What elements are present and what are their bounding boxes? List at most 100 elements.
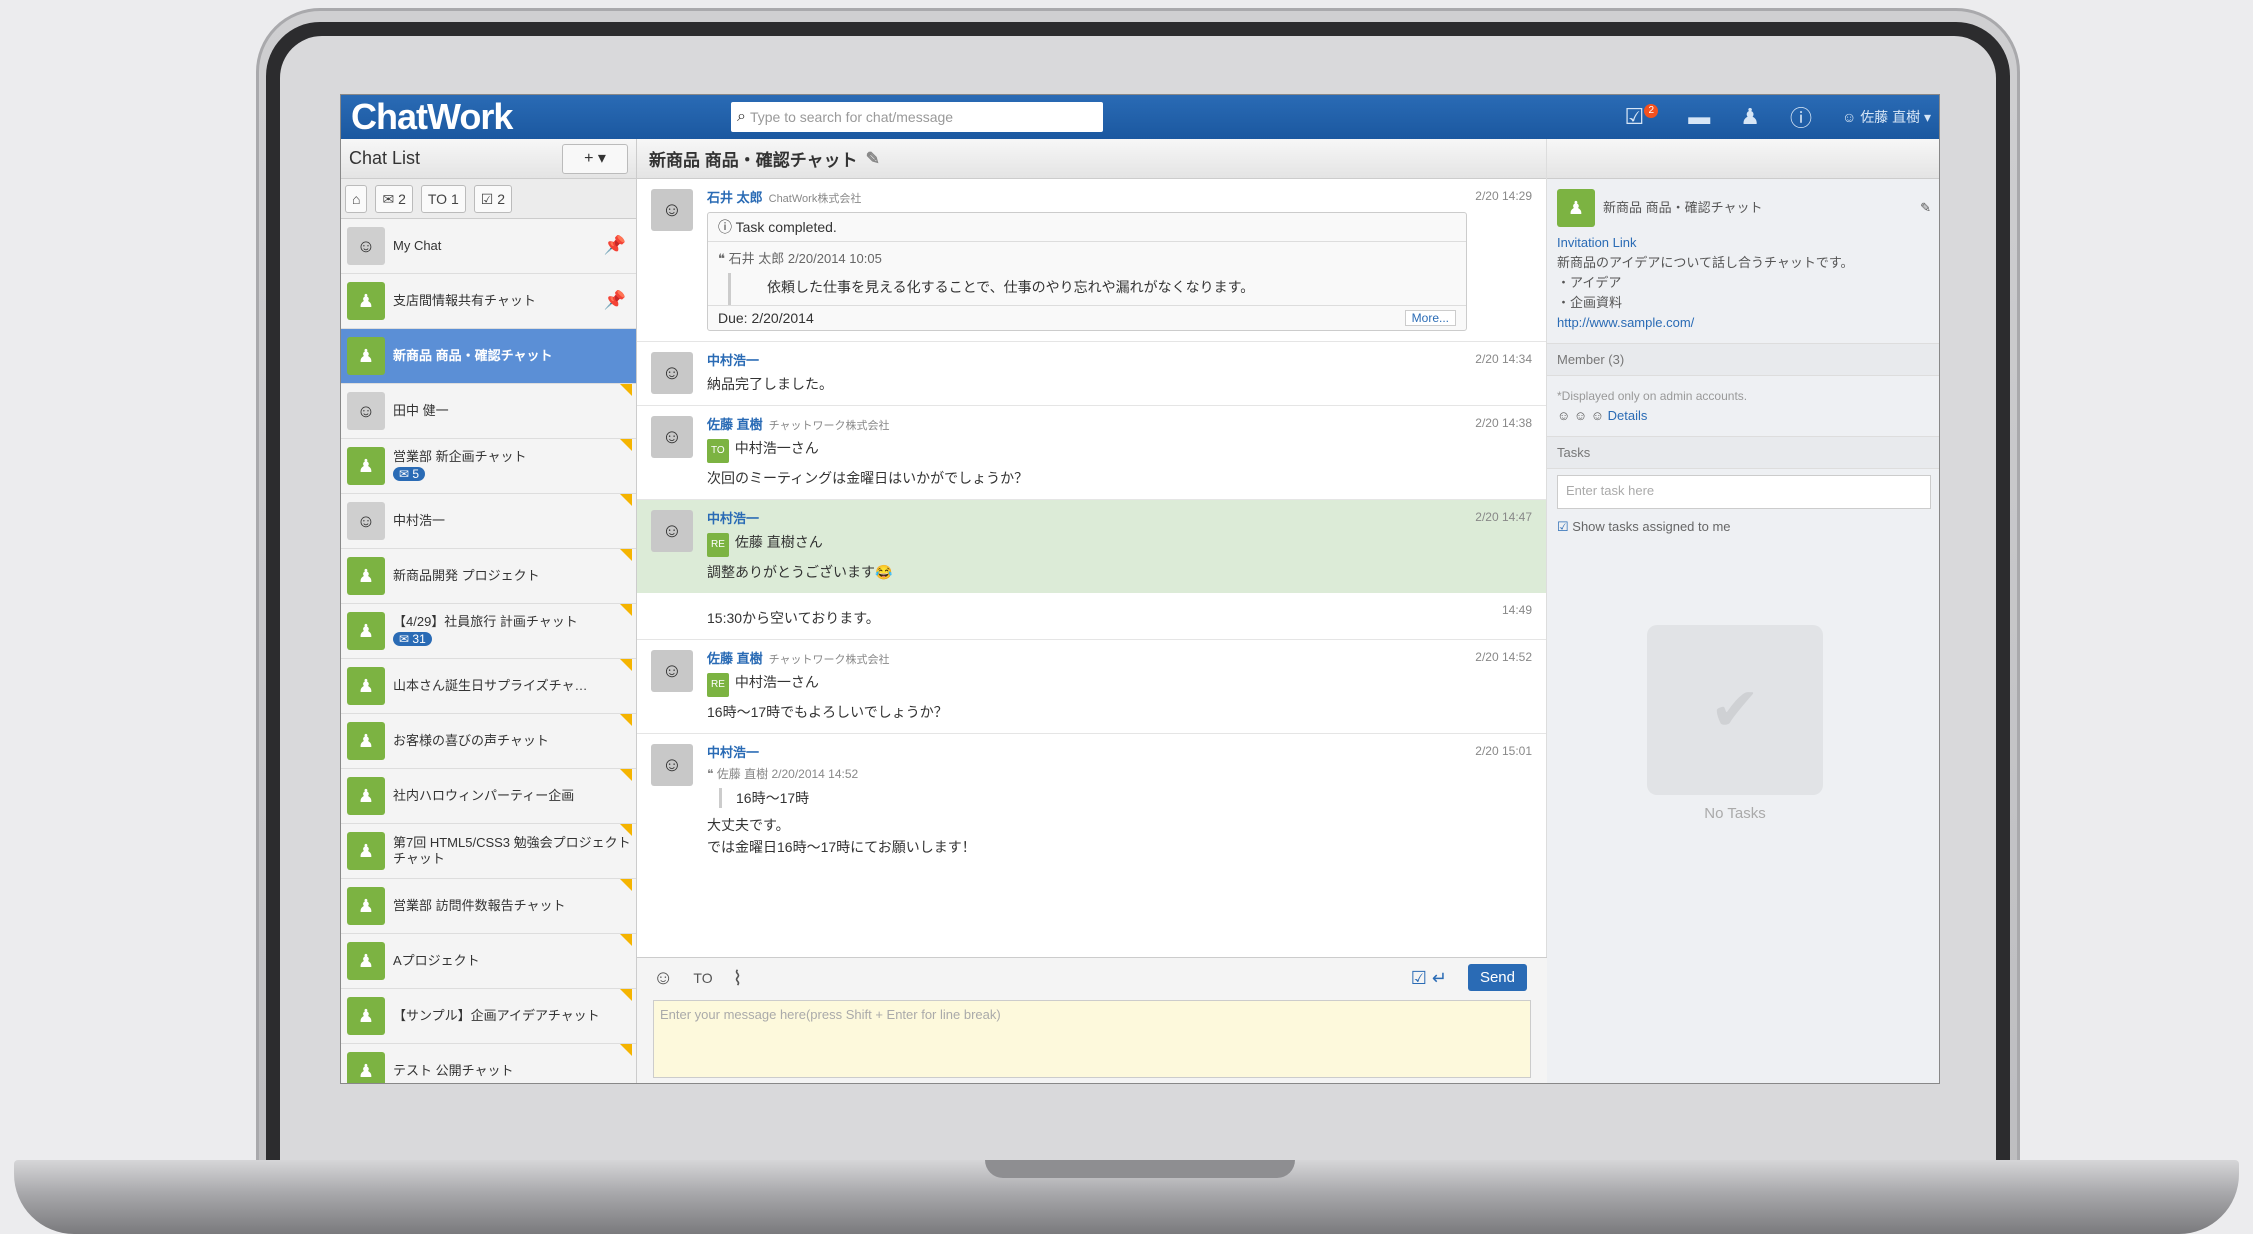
room-header: 新商品 商品・確認チャット ✎ [637,139,1546,179]
corner-marker [620,989,632,1001]
filter-to-button[interactable]: TO 1 [420,184,466,213]
chat-room-item[interactable]: ☺ My Chat 📌 [341,219,636,274]
to-icon[interactable]: TO [693,970,712,986]
chat-room-item[interactable]: ♟ 【4/29】社員旅行 計画チャット ✉ 31 [341,604,636,659]
no-tasks-icon: ✔ [1647,625,1823,795]
show-assigned-checkbox[interactable]: ☑ [1557,519,1569,534]
chat-room-item[interactable]: ☺ 中村浩一 [341,494,636,549]
enter-send-checkbox[interactable]: ☑ ↵ [1411,968,1447,989]
chat-room-item[interactable]: ♟ 【サンプル】企画アイデアチャット [341,989,636,1044]
message[interactable]: ☺ 佐藤 直樹 チャットワーク株式会社 2/20 14:52 RE 中村浩一さん 1… [637,640,1546,734]
filter-task-button[interactable]: ☑ 2 [473,184,512,213]
message-time: 2/20 14:47 [1475,510,1532,524]
chat-room-item[interactable]: ♟ 営業部 新企画チャット ✉ 5 [341,439,636,494]
to-recipient: 中村浩一さん [734,440,819,456]
message[interactable]: ☺ 中村浩一 2/20 14:47 RE 佐藤 直樹さん 調整ありがとうございます… [637,500,1546,593]
quote-meta: ❝ 石井 太郎 2/20/2014 10:05 [718,251,882,266]
chat-room-item[interactable]: ♟ 新商品開発 プロジェクト [341,549,636,604]
message[interactable]: ☺ 石井 太郎 ChatWork株式会社 2/20 14:29 ⓘ Task co… [637,179,1546,342]
to-tag: TO [707,439,729,463]
corner-marker [620,769,632,781]
group-icon: ♟ [347,887,385,925]
message-time: 14:49 [1501,603,1532,617]
attach-icon[interactable]: ⌇ [733,966,743,991]
room-url[interactable]: http://www.sample.com/ [1557,313,1931,333]
details-link[interactable]: Details [1608,408,1648,423]
pin-icon[interactable]: 📌 [604,235,626,256]
chat-room-item[interactable]: ♟ 第7回 HTML5/CSS3 勉強会プロジェクトチャット [341,824,636,879]
pin-icon[interactable]: ✎ [866,149,880,169]
more-button[interactable]: More... [1404,310,1456,326]
chat-room-item[interactable]: ♟ 山本さん誕生日サプライズチャ… [341,659,636,714]
avatar: ☺ [651,416,693,458]
info-room-title: 新商品 商品・確認チャット [1603,200,1763,215]
chat-room-item[interactable]: ☺ 田中 健一 [341,384,636,439]
message-text: 大丈夫です。 [707,817,790,833]
group-icon: ♟ [1557,189,1595,227]
member-section: *Displayed only on admin accounts. ☺ ☺ ☺… [1547,376,1939,437]
info-icon[interactable]: ⓘ [1790,101,1812,133]
corner-marker [620,604,632,616]
message[interactable]: ☺ 中村浩一 2/20 14:34 納品完了しました。 [637,342,1546,406]
room-info-panel: ♟ 新商品 商品・確認チャット ✎ Invitation Link 新商品のアイデア… [1547,139,1939,1083]
chat-list-title: Chat List [349,148,421,168]
chat-room-item[interactable]: ♟ Aプロジェクト [341,934,636,989]
folder-icon[interactable]: ▬ [1688,104,1710,130]
message-time: 2/20 14:29 [1475,189,1532,203]
filter-home-button[interactable]: ⌂ [345,184,368,213]
group-icon: ♟ [347,612,385,650]
sender-org: チャットワーク株式会社 [768,654,890,666]
avatar: ☺ [651,189,693,231]
room-name: 中村浩一 [393,513,446,528]
sender-name: 石井 太郎 [707,190,763,205]
chat-room-item[interactable]: ♟ 社内ハロウィンパーティー企画 [341,769,636,824]
emoji-icon[interactable]: ☺ [653,967,673,990]
chat-room-item[interactable]: ♟ テスト 公開チャット [341,1044,636,1083]
sender-org: ChatWork株式会社 [768,193,862,205]
corner-marker [620,934,632,946]
chat-room-item[interactable]: ♟ 支店間情報共有チャット 📌 [341,274,636,329]
message-text: 16時〜17時でもよろしいでしょうか？ [707,704,948,720]
search-input[interactable]: ⌕ Type to search for chat/message [731,102,1103,132]
chat-room-item[interactable]: ♟ 営業部 訪問件数報告チャット [341,879,636,934]
corner-marker [620,384,632,396]
send-button[interactable]: Send [1467,964,1527,991]
message-input[interactable]: Enter your message here(press Shift + En… [653,1000,1531,1078]
room-description: 新商品のアイデアについて話し合うチャットです。 [1557,255,1854,270]
group-icon: ♟ [347,282,385,320]
edit-icon[interactable]: ✎ [1920,198,1931,218]
quote-meta: ❝ 佐藤 直樹 2/20/2014 14:52 [707,767,859,781]
group-icon: ♟ [347,832,385,870]
pin-icon[interactable]: 📌 [604,290,626,311]
room-name: 新商品開発 プロジェクト [393,568,540,583]
room-title: 新商品 商品・確認チャット [649,151,858,170]
app-logo[interactable]: ChatWork [351,96,721,138]
unread-badge: ✉ 31 [393,632,432,646]
user-menu[interactable]: ☺ 佐藤 直樹 ▾ [1842,107,1931,127]
chat-room-item[interactable]: ♟ 新商品 商品・確認チャット [341,329,636,384]
message[interactable]: 14:49 15:30から空いております。 [637,593,1546,640]
message-time: 2/20 15:01 [1475,744,1532,758]
room-name: 新商品 商品・確認チャット [393,348,553,363]
contacts-icon[interactable]: ♟ [1740,104,1760,130]
message[interactable]: ☺ 佐藤 直樹 チャットワーク株式会社 2/20 14:38 TO 中村浩一さん 次… [637,406,1546,500]
message[interactable]: ☺ 中村浩一 2/20 15:01 ❝ 佐藤 直樹 2/20/2014 14:5… [637,734,1546,868]
invitation-link[interactable]: Invitation Link [1557,233,1931,253]
quote-text: 依頼した仕事を見える化することで、仕事のやり忘れや漏れがなくなります。 [728,273,1466,305]
user-avatar: ☺ [347,227,385,265]
group-icon: ♟ [347,777,385,815]
room-name: 支店間情報共有チャット [393,293,536,308]
group-icon: ♟ [347,557,385,595]
task-icon[interactable]: ☑ 2 [1625,104,1659,130]
top-bar: ChatWork ⌕ Type to search for chat/messag… [341,95,1939,139]
task-input[interactable]: Enter task here [1557,475,1931,509]
add-chat-button[interactable]: + ▾ [562,143,628,174]
filter-unread-button[interactable]: ✉ 2 [375,184,413,213]
chat-room-item[interactable]: ♟ お客様の喜びの声チャット [341,714,636,769]
message-text: 15:30から空いております。 [707,610,880,626]
room-name: My Chat [393,238,442,253]
unread-badge: ✉ 5 [393,467,426,481]
composer: ☺ TO ⌇ ☑ ↵ Send Enter your message here(… [637,957,1547,1083]
top-icons: ☑ 2 ▬ ♟ ⓘ ☺ 佐藤 直樹 ▾ [1625,101,1931,133]
sender-name: 中村浩一 [707,745,760,760]
